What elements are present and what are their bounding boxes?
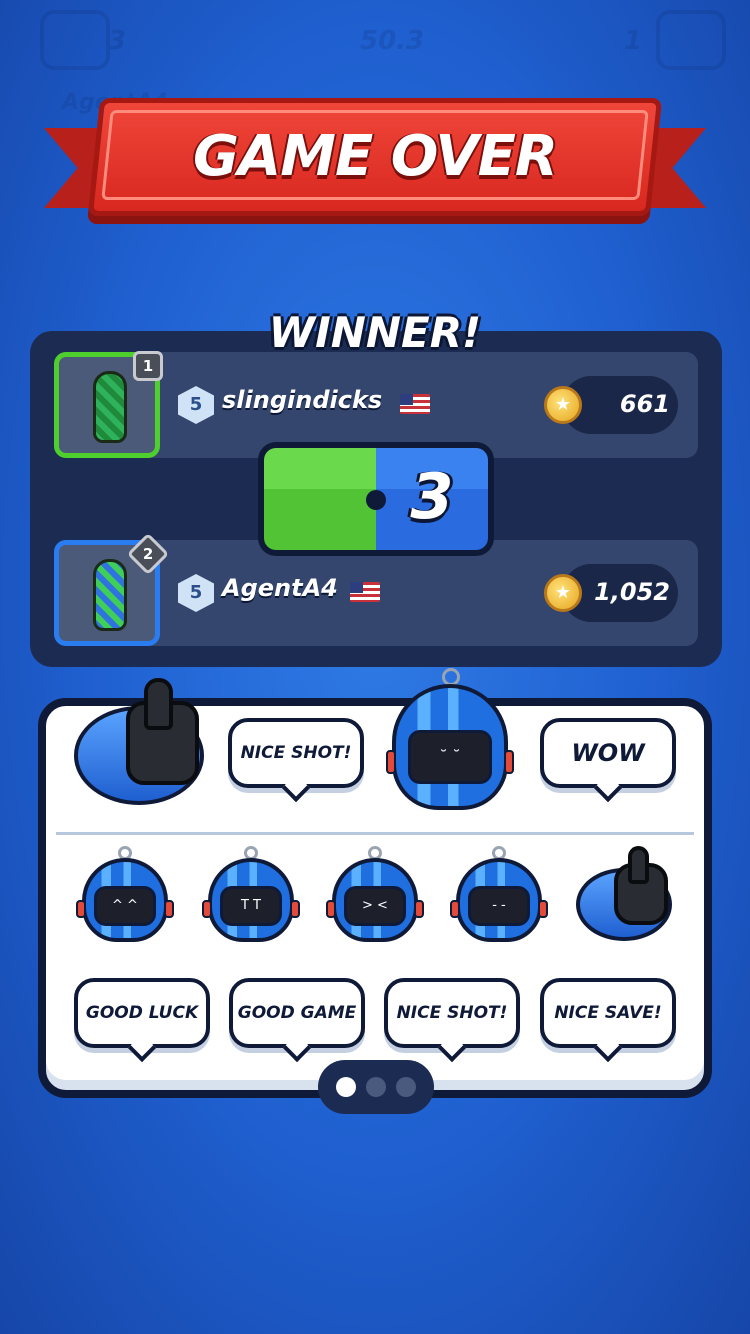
helmet-shy-emote-button[interactable]: ˘ ˘ bbox=[386, 668, 514, 810]
bg-portrait-right bbox=[656, 10, 726, 70]
game-over-title: GAME OVER bbox=[192, 124, 558, 189]
thumb-shape bbox=[627, 846, 649, 885]
thumbs-up-emote-button-small[interactable] bbox=[576, 846, 672, 942]
emote-divider bbox=[56, 832, 694, 835]
coin-value: 661 bbox=[619, 390, 670, 418]
visor-face: T T bbox=[220, 886, 282, 926]
bg-portrait-left bbox=[40, 10, 110, 70]
green-team-score-block bbox=[264, 448, 376, 550]
helmet-ear bbox=[326, 900, 336, 918]
car-icon bbox=[93, 371, 127, 443]
visor-face: > < bbox=[344, 886, 406, 926]
speech-wow-button[interactable]: WOW bbox=[540, 718, 676, 788]
thumb-shape bbox=[144, 678, 173, 730]
visor-face: - - bbox=[468, 886, 530, 926]
us-flag-icon bbox=[350, 582, 380, 602]
helmet-ear bbox=[76, 900, 86, 918]
coin-counter: ★ 661 bbox=[544, 376, 678, 434]
player-avatar[interactable]: 2 bbox=[54, 532, 170, 646]
helmet-cry-emote-button[interactable]: T T bbox=[202, 846, 300, 942]
speech-good-luck-button[interactable]: GOOD LUCK bbox=[74, 978, 210, 1048]
helmet-blush-emote-button[interactable]: - - bbox=[450, 846, 548, 942]
speech-good-game-button[interactable]: GOOD GAME bbox=[229, 978, 365, 1048]
helmet-ear bbox=[538, 900, 548, 918]
rank-badge: 2 bbox=[126, 532, 170, 576]
visor-face: ^ ^ bbox=[94, 886, 156, 926]
rank-number: 2 bbox=[142, 545, 154, 563]
page-dot-2[interactable] bbox=[366, 1077, 386, 1097]
helmet-shout-emote-button[interactable]: > < bbox=[326, 846, 424, 942]
winner-label: WINNER! bbox=[268, 308, 482, 357]
level-badge: 5 bbox=[178, 386, 214, 424]
helmet-laugh-emote-button[interactable]: ^ ^ bbox=[76, 846, 174, 942]
page-indicator bbox=[318, 1060, 434, 1114]
car-icon bbox=[93, 559, 127, 631]
speech-nice-shot-button[interactable]: NICE SHOT! bbox=[228, 718, 364, 788]
coin-counter: ★ 1,052 bbox=[544, 564, 678, 622]
bg-left-score: 3 bbox=[108, 26, 127, 56]
page-dot-1[interactable] bbox=[336, 1077, 356, 1097]
visor-face: ˘ ˘ bbox=[408, 730, 492, 784]
helmet-ear bbox=[504, 750, 514, 774]
helmet-ear bbox=[414, 900, 424, 918]
bg-timer: 50.3 bbox=[360, 26, 425, 56]
coin-value: 1,052 bbox=[594, 578, 670, 606]
level-badge: 5 bbox=[178, 574, 214, 612]
team-score: 3 bbox=[258, 442, 494, 556]
player-name: slingindicks bbox=[222, 386, 383, 414]
game-over-banner: GAME OVER bbox=[44, 98, 706, 224]
player-name: AgentA4 bbox=[222, 574, 338, 602]
bg-right-score: 1 bbox=[624, 26, 643, 56]
speech-nice-shot-button-2[interactable]: NICE SHOT! bbox=[384, 978, 520, 1048]
player-avatar[interactable]: 1 bbox=[54, 351, 163, 458]
thumbs-up-emote-button[interactable] bbox=[74, 678, 204, 808]
helmet-ear bbox=[386, 750, 396, 774]
helmet-ear bbox=[202, 900, 212, 918]
us-flag-icon bbox=[400, 394, 430, 414]
page-dot-3[interactable] bbox=[396, 1077, 416, 1097]
blue-team-score: 3 bbox=[410, 460, 454, 533]
helmet-ear bbox=[290, 900, 300, 918]
helmet-ear bbox=[450, 900, 460, 918]
rank-badge: 1 bbox=[133, 351, 163, 381]
speech-nice-save-button[interactable]: NICE SAVE! bbox=[540, 978, 676, 1048]
helmet-ear bbox=[164, 900, 174, 918]
